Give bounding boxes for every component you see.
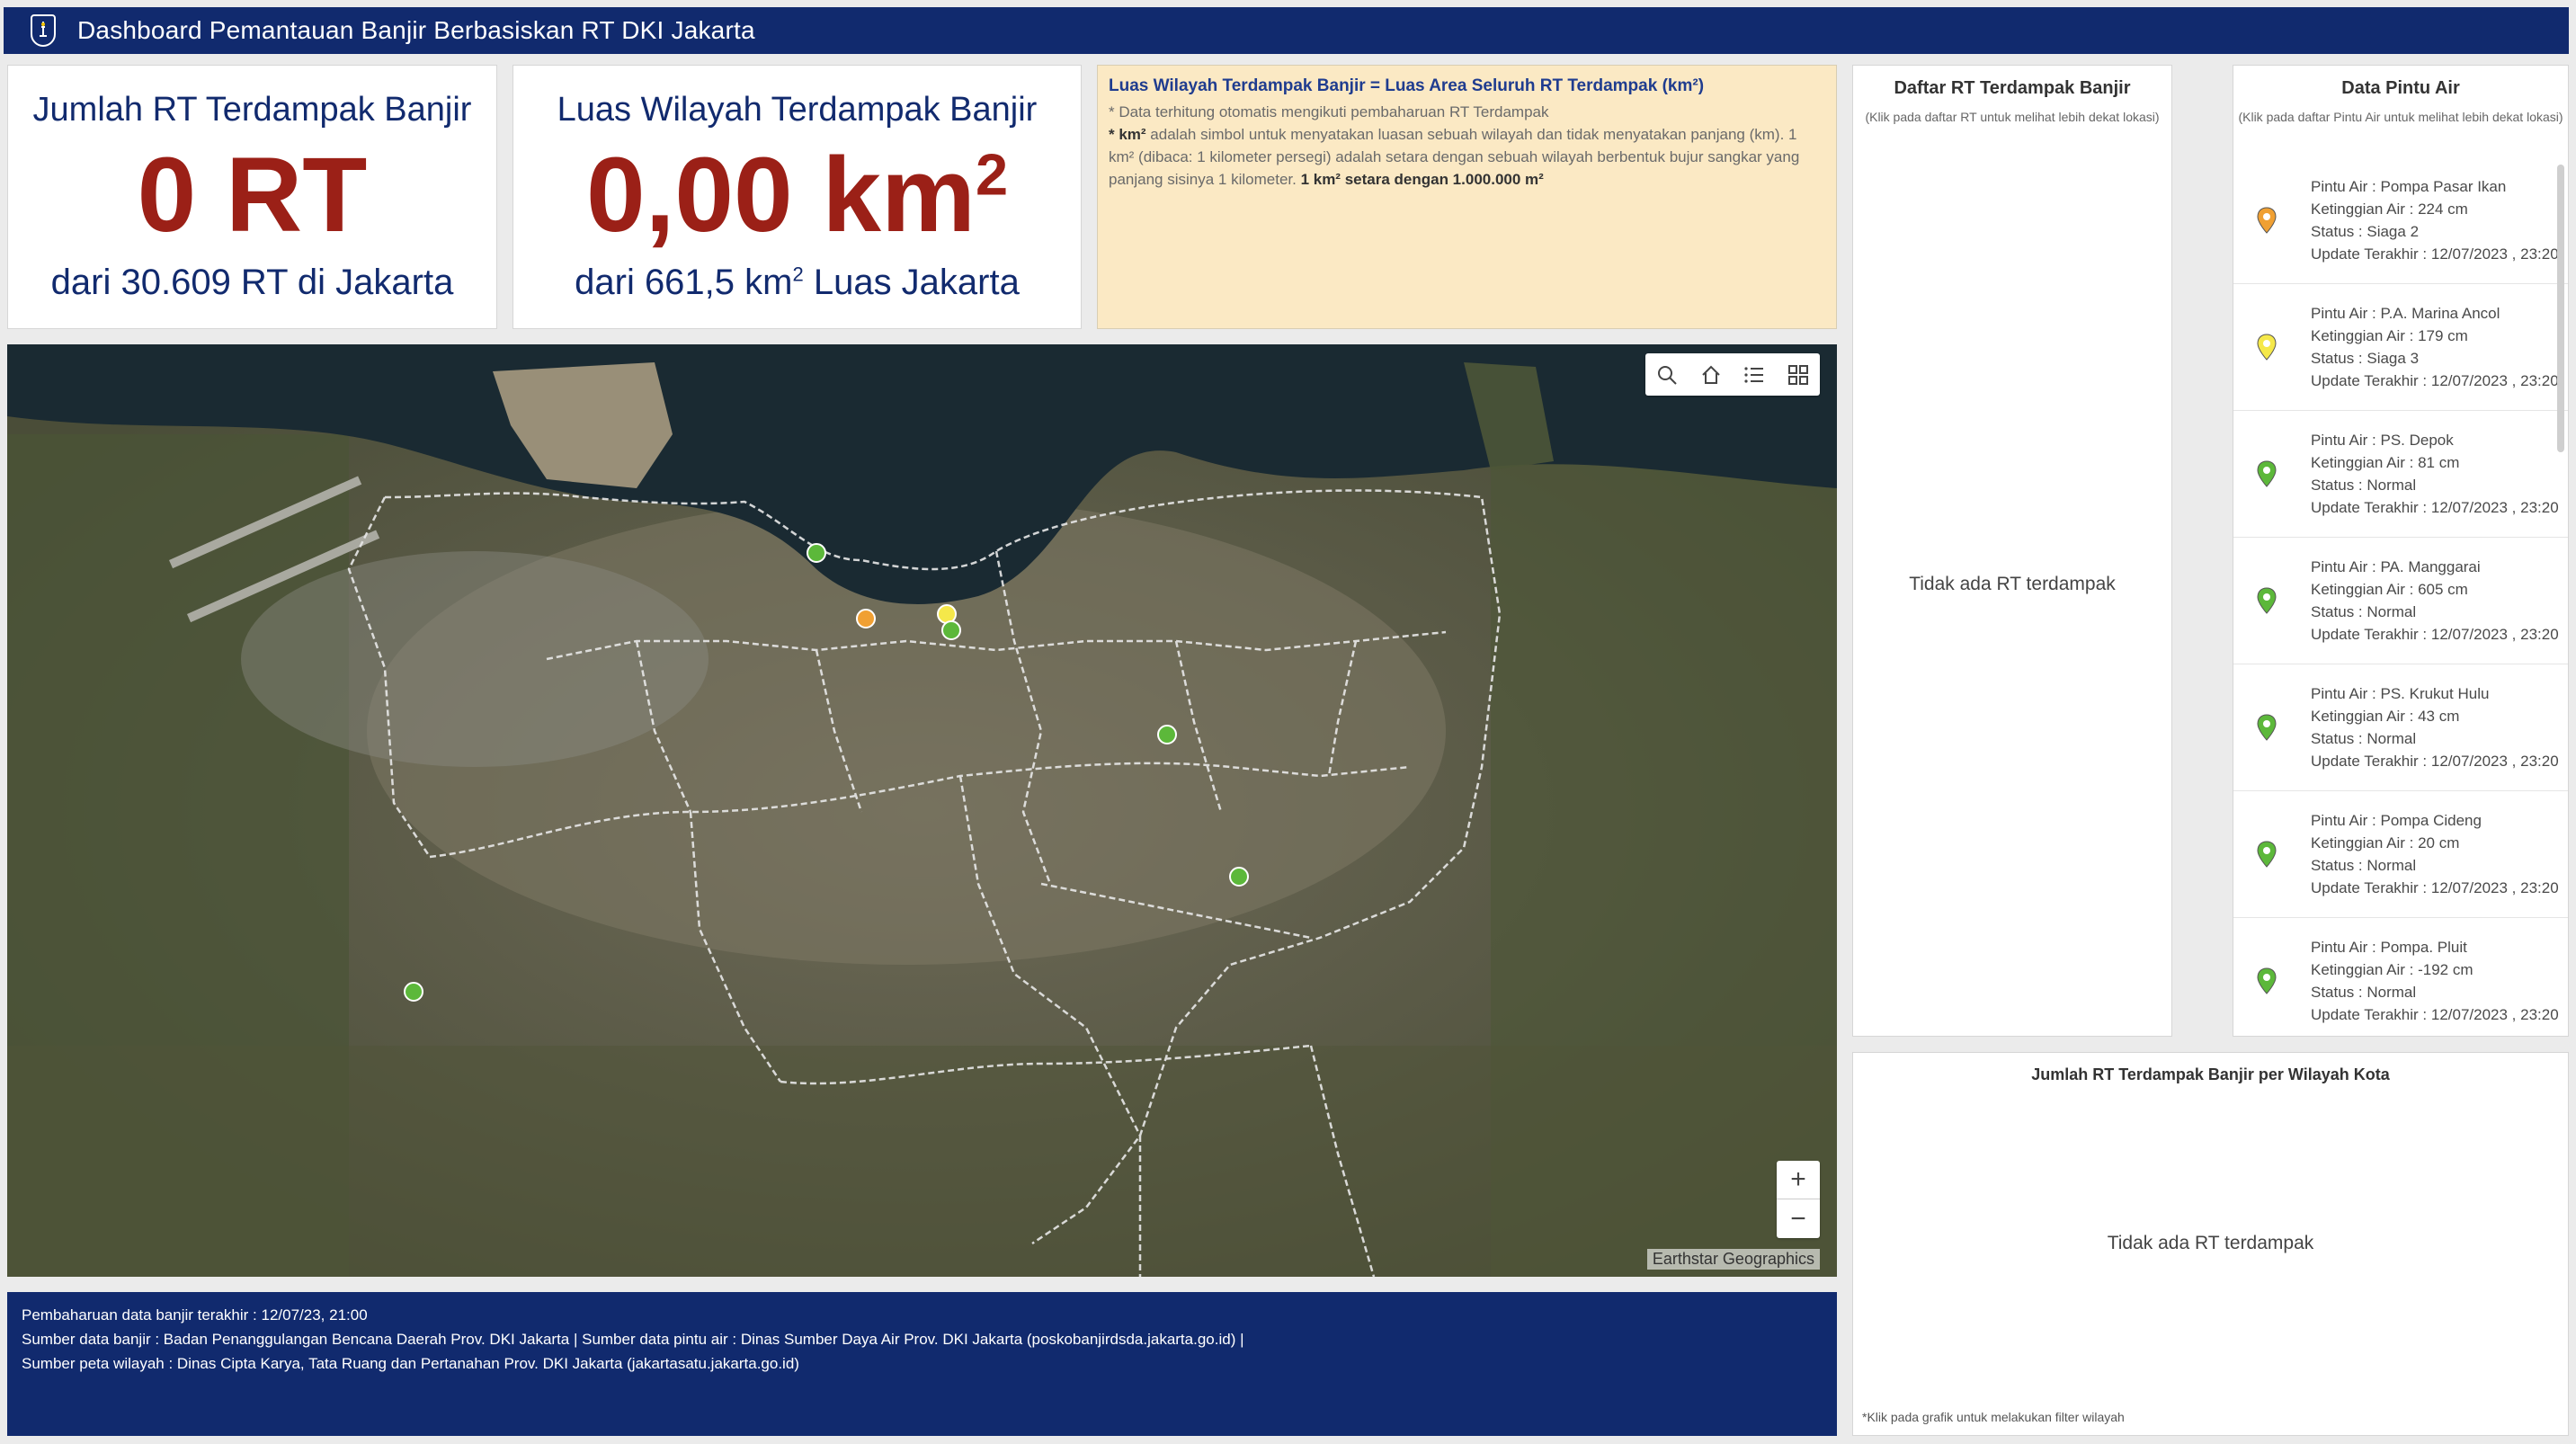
water-gate-level: Ketinggian Air : 81 cm xyxy=(2311,454,2460,471)
satellite-imagery xyxy=(7,344,1837,1277)
rt-list-panel: Daftar RT Terdampak Banjir (Klik pada da… xyxy=(1852,65,2172,1037)
water-gate-update: Update Terakhir : 12/07/2023 , 23:20 xyxy=(2311,753,2559,770)
water-gate-status: Status : Siaga 2 xyxy=(2311,223,2420,240)
flood-map[interactable]: + − Earthstar Geographics xyxy=(7,344,1837,1277)
footer-source-line: Sumber data banjir : Badan Penanggulanga… xyxy=(22,1331,1244,1348)
city-chart-title: Jumlah RT Terdampak Banjir per Wilayah K… xyxy=(2031,1065,2390,1083)
map-toolbar xyxy=(1645,353,1820,396)
location-pin-icon xyxy=(2244,714,2289,741)
water-gate-details: Pintu Air : PS. Depok Ketinggian Air : 81… xyxy=(2289,429,2568,519)
water-gate-details: Pintu Air : P.A. Marina Ancol Ketinggian … xyxy=(2289,302,2568,392)
water-gate-details: Pintu Air : PA. Manggarai Ketinggian Air … xyxy=(2289,556,2568,646)
water-gate-name: Pintu Air : Pompa Pasar Ikan xyxy=(2311,178,2507,195)
water-gate-status: Status : Normal xyxy=(2311,730,2417,747)
zoom-control: + − xyxy=(1777,1161,1820,1238)
map-pin-yellow[interactable] xyxy=(937,604,957,624)
water-gate-level: Ketinggian Air : 224 cm xyxy=(2311,201,2468,218)
kpi-area-title: Luas Wilayah Terdampak Banjir xyxy=(557,91,1038,129)
water-gate-update: Update Terakhir : 12/07/2023 , 23:20 xyxy=(2311,372,2559,389)
map-pin-green-3[interactable] xyxy=(1157,725,1177,744)
water-gate-item[interactable]: Pintu Air : PS. Krukut Hulu Ketinggian Ai… xyxy=(2233,664,2568,791)
water-gate-item[interactable]: Pintu Air : PS. Depok Ketinggian Air : 81… xyxy=(2233,411,2568,538)
area-info-card: Luas Wilayah Terdampak Banjir = Luas Are… xyxy=(1097,65,1837,329)
kpi-rt-title: Jumlah RT Terdampak Banjir xyxy=(32,91,472,129)
water-gate-status: Status : Normal xyxy=(2311,857,2417,874)
city-chart-panel: Jumlah RT Terdampak Banjir per Wilayah K… xyxy=(1852,1052,2569,1436)
location-pin-icon xyxy=(2244,967,2289,994)
info-line-1: * Data terhitung otomatis mengikuti pemb… xyxy=(1109,103,1549,120)
water-gate-level: Ketinggian Air : 20 cm xyxy=(2311,834,2460,851)
data-source-footer: Pembaharuan data banjir terakhir : 12/07… xyxy=(7,1292,1837,1436)
kpi-area-subtitle: dari 661,5 km2 Luas Jakarta xyxy=(575,262,1020,302)
water-gate-update: Update Terakhir : 12/07/2023 , 23:20 xyxy=(2311,626,2559,643)
zoom-in-button[interactable]: + xyxy=(1777,1161,1820,1199)
city-chart-note: *Klik pada grafik untuk melakukan filter… xyxy=(1862,1410,2125,1424)
water-gate-item[interactable]: Pintu Air : P.A. Marina Ancol Ketinggian … xyxy=(2233,284,2568,411)
info-heading: Luas Wilayah Terdampak Banjir = Luas Are… xyxy=(1109,76,1705,95)
map-pin-green-1[interactable] xyxy=(807,543,826,563)
water-gate-status: Status : Siaga 3 xyxy=(2311,350,2420,367)
water-gate-item[interactable]: Pintu Air : PA. Manggarai Ketinggian Air … xyxy=(2233,538,2568,664)
water-gate-update: Update Terakhir : 12/07/2023 , 23:20 xyxy=(2311,879,2559,896)
water-gate-name: Pintu Air : Pompa. Pluit xyxy=(2311,939,2467,956)
water-gate-title: Data Pintu Air xyxy=(2341,78,2460,98)
map-pin-green-5[interactable] xyxy=(404,982,423,1002)
water-gate-update: Update Terakhir : 12/07/2023 , 23:20 xyxy=(2311,245,2559,263)
water-gate-details: Pintu Air : Pompa Cideng Ketinggian Air :… xyxy=(2289,809,2568,899)
footer-update-line: Pembaharuan data banjir terakhir : 12/07… xyxy=(22,1306,368,1324)
location-pin-icon xyxy=(2244,841,2289,868)
map-pin-green-2[interactable] xyxy=(941,620,961,640)
zoom-out-button[interactable]: − xyxy=(1777,1199,1820,1238)
basemap-gallery-icon[interactable] xyxy=(1777,353,1821,396)
water-gate-name: Pintu Air : P.A. Marina Ancol xyxy=(2311,305,2500,322)
kpi-area-card: Luas Wilayah Terdampak Banjir 0,00 km2 d… xyxy=(513,65,1082,329)
water-gate-level: Ketinggian Air : 605 cm xyxy=(2311,581,2468,598)
water-gate-level: Ketinggian Air : 43 cm xyxy=(2311,708,2460,725)
water-gate-name: Pintu Air : PS. Depok xyxy=(2311,432,2454,449)
water-gate-details: Pintu Air : PS. Krukut Hulu Ketinggian Ai… xyxy=(2289,682,2568,772)
layer-list-icon[interactable] xyxy=(1733,353,1777,396)
location-pin-icon xyxy=(2244,334,2289,361)
search-icon[interactable] xyxy=(1645,353,1689,396)
water-gate-scrollbar[interactable] xyxy=(2557,165,2564,452)
water-gate-details: Pintu Air : Pompa Pasar Ikan Ketinggian A… xyxy=(2289,175,2568,265)
water-gate-list[interactable]: Pintu Air : Pompa Pasar Ikan Ketinggian A… xyxy=(2233,157,2568,1036)
kpi-rt-value: 0 RT xyxy=(137,136,368,255)
dashboard-title: Dashboard Pemantauan Banjir Berbasiskan … xyxy=(77,16,755,44)
water-gate-status: Status : Normal xyxy=(2311,477,2417,494)
app-header: Dashboard Pemantauan Banjir Berbasiskan … xyxy=(4,7,2569,54)
water-gate-item[interactable]: Pintu Air : Pompa. Pluit Ketinggian Air :… xyxy=(2233,918,2568,1036)
footer-map-source-line: Sumber peta wilayah : Dinas Cipta Karya,… xyxy=(22,1355,799,1372)
location-pin-icon xyxy=(2244,460,2289,487)
rt-list-empty-message: Tidak ada RT terdampak xyxy=(1909,574,2116,594)
water-gate-status: Status : Normal xyxy=(2311,984,2417,1001)
water-gate-name: Pintu Air : PA. Manggarai xyxy=(2311,558,2481,575)
map-attribution: Earthstar Geographics xyxy=(1646,1249,1820,1270)
water-gate-update: Update Terakhir : 12/07/2023 , 23:20 xyxy=(2311,499,2559,516)
water-gate-level: Ketinggian Air : 179 cm xyxy=(2311,327,2468,344)
water-gate-name: Pintu Air : PS. Krukut Hulu xyxy=(2311,685,2490,702)
info-line-2: * km² adalah simbol untuk menyatakan lua… xyxy=(1109,126,1800,188)
water-gate-status: Status : Normal xyxy=(2311,603,2417,620)
location-pin-icon xyxy=(2244,207,2289,234)
location-pin-icon xyxy=(2244,587,2289,614)
water-gate-level: Ketinggian Air : -192 cm xyxy=(2311,961,2473,978)
dki-jakarta-logo-icon xyxy=(31,14,56,47)
water-gate-name: Pintu Air : Pompa Cideng xyxy=(2311,812,2482,829)
water-gate-subtitle: (Klik pada daftar Pintu Air untuk meliha… xyxy=(2238,110,2563,124)
city-chart-empty-message: Tidak ada RT terdampak xyxy=(2107,1233,2314,1253)
rt-list-subtitle: (Klik pada daftar RT untuk melihat lebih… xyxy=(1865,110,2160,124)
kpi-area-value: 0,00 km2 xyxy=(585,136,1009,255)
map-pin-green-4[interactable] xyxy=(1229,867,1249,887)
water-gate-item[interactable]: Pintu Air : Pompa Cideng Ketinggian Air :… xyxy=(2233,791,2568,918)
water-gate-details: Pintu Air : Pompa. Pluit Ketinggian Air :… xyxy=(2289,936,2568,1026)
rt-list-title: Daftar RT Terdampak Banjir xyxy=(1894,78,2131,98)
water-gate-update: Update Terakhir : 12/07/2023 , 23:20 xyxy=(2311,1006,2559,1023)
kpi-rt-subtitle: dari 30.609 RT di Jakarta xyxy=(50,262,454,302)
home-icon[interactable] xyxy=(1689,353,1734,396)
water-gate-panel: Data Pintu Air (Klik pada daftar Pintu A… xyxy=(2233,65,2569,1037)
water-gate-item[interactable]: Pintu Air : Pompa Pasar Ikan Ketinggian A… xyxy=(2233,157,2568,284)
kpi-rt-card: Jumlah RT Terdampak Banjir 0 RT dari 30.… xyxy=(7,65,497,329)
map-pin-orange[interactable] xyxy=(856,609,876,628)
